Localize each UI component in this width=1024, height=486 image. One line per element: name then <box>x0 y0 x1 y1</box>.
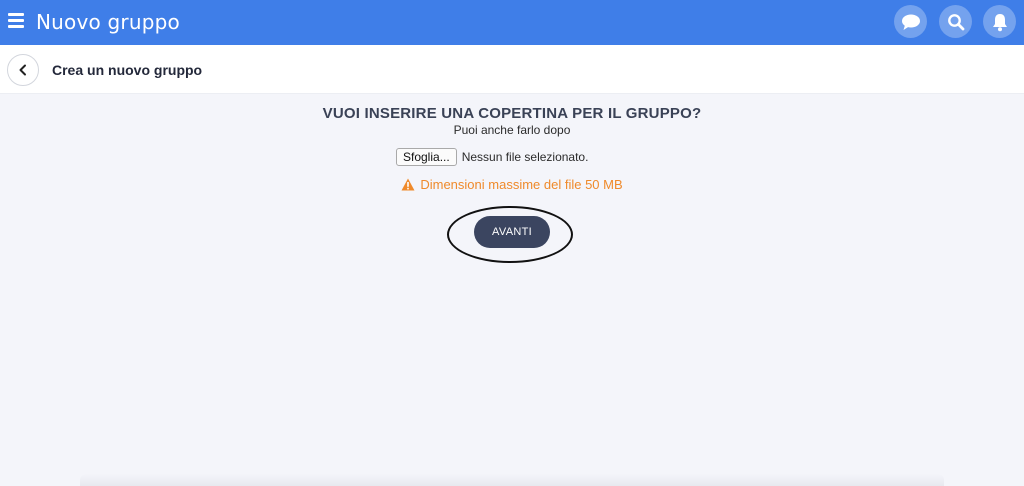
chat-icon <box>901 14 920 30</box>
warning-icon <box>401 178 415 191</box>
chat-button[interactable] <box>894 5 927 38</box>
next-button[interactable]: AVANTI <box>474 216 550 248</box>
back-button[interactable] <box>7 54 39 86</box>
bottom-shadow <box>80 474 944 486</box>
browse-button[interactable]: Sfoglia... <box>396 147 457 166</box>
cover-upload-section: VUOI INSERIRE UNA COPERTINA PER IL GRUPP… <box>0 95 1024 486</box>
search-button[interactable] <box>939 5 972 38</box>
page-header: Crea un nuovo gruppo <box>0 45 1024 94</box>
page-title: Crea un nuovo gruppo <box>52 62 203 78</box>
cover-question: VUOI INSERIRE UNA COPERTINA PER IL GRUPP… <box>322 105 702 122</box>
file-status: Nessun file selezionato. <box>461 149 589 164</box>
app-title: Nuovo gruppo <box>36 10 180 34</box>
cover-hint: Puoi anche farlo dopo <box>453 123 571 137</box>
bell-icon <box>992 13 1007 31</box>
file-input: Sfoglia... Nessun file selezionato. <box>396 147 588 166</box>
notifications-button[interactable] <box>983 5 1016 38</box>
search-icon <box>947 13 964 30</box>
hamburger-menu-icon[interactable] <box>8 13 24 29</box>
file-size-warning: Dimensioni massime del file 50 MB <box>0 177 1024 192</box>
chevron-left-icon <box>19 64 26 76</box>
top-app-bar: Nuovo gruppo <box>0 0 1024 45</box>
warning-text: Dimensioni massime del file 50 MB <box>420 177 623 192</box>
